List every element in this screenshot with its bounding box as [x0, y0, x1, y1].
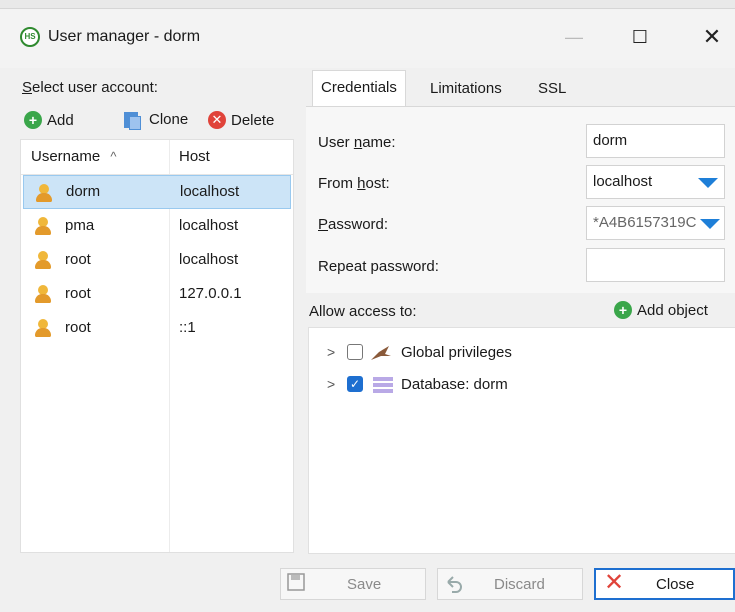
- global-privileges-checkbox[interactable]: [347, 344, 363, 360]
- user-row[interactable]: root localhost: [21, 243, 293, 277]
- delete-icon: ✕: [208, 111, 226, 129]
- clone-icon: [124, 111, 141, 130]
- from-host-dropdown[interactable]: localhost: [586, 165, 725, 199]
- expand-chevron-icon[interactable]: >: [327, 376, 335, 392]
- user-name: root: [65, 319, 91, 336]
- password-label: Password:: [318, 216, 389, 233]
- add-icon: +: [614, 301, 632, 319]
- user-name: root: [65, 285, 91, 302]
- delete-user-button[interactable]: ✕ Delete: [208, 111, 274, 129]
- username-column-header[interactable]: Username ^: [31, 148, 116, 165]
- from-host-value: localhost: [593, 173, 653, 190]
- password-value: *A4B6157319C: [593, 214, 697, 231]
- repeat-password-field[interactable]: [586, 248, 725, 282]
- user-row[interactable]: dorm localhost: [23, 175, 291, 209]
- tree-item-global[interactable]: > Global privileges: [309, 340, 729, 368]
- user-name-field[interactable]: dorm: [586, 124, 725, 158]
- dropdown-arrow-icon: [698, 178, 718, 188]
- save-button[interactable]: Save: [280, 568, 426, 600]
- user-name-label: User name:: [318, 134, 396, 151]
- minimize-button[interactable]: —: [554, 22, 594, 52]
- password-field[interactable]: *A4B6157319C: [586, 206, 725, 240]
- tab-limitations[interactable]: Limitations: [422, 72, 510, 106]
- database-checkbox[interactable]: ✓: [347, 376, 363, 392]
- close-button[interactable]: ✕ Close: [594, 568, 735, 600]
- close-icon: ✕: [604, 569, 625, 596]
- tab-ssl-options[interactable]: SSL options: [530, 72, 594, 131]
- maximize-button[interactable]: ☐: [620, 22, 660, 52]
- user-host: localhost: [179, 217, 239, 234]
- sort-ascending-icon: ^: [110, 149, 117, 164]
- from-host-label: From host:: [318, 175, 390, 192]
- user-host: 127.0.0.1: [179, 285, 242, 302]
- discard-button[interactable]: Discard: [437, 568, 583, 600]
- user-host: localhost: [179, 251, 239, 268]
- host-column-header[interactable]: Host: [179, 148, 210, 165]
- user-row[interactable]: root 127.0.0.1: [21, 277, 293, 311]
- user-icon: [35, 319, 51, 337]
- user-row[interactable]: root ::1: [21, 311, 293, 345]
- user-list-header: Username ^ Host: [21, 140, 293, 175]
- allow-access-label: Allow access to:: [309, 303, 417, 320]
- user-icon: [35, 285, 51, 303]
- add-icon: +: [24, 111, 42, 129]
- user-icon: [35, 251, 51, 269]
- tab-credentials[interactable]: Credentials: [312, 70, 406, 108]
- close-window-button[interactable]: ✕: [692, 22, 732, 52]
- window-title: User manager - dorm: [48, 28, 201, 45]
- user-host: ::1: [179, 319, 196, 336]
- background-strip: [0, 0, 735, 9]
- user-row[interactable]: pma localhost: [21, 209, 293, 243]
- tree-item-database[interactable]: > ✓ Database: dorm: [309, 372, 729, 400]
- user-name: dorm: [66, 183, 101, 200]
- add-user-button[interactable]: + Add: [24, 111, 74, 129]
- user-icon: [36, 184, 52, 202]
- user-icon: [35, 217, 51, 235]
- access-tree: > Global privileges > ✓ Database: dorm: [308, 327, 735, 554]
- app-icon: HS: [20, 27, 40, 47]
- expand-chevron-icon[interactable]: >: [327, 344, 335, 360]
- dolphin-icon: [371, 346, 391, 360]
- undo-icon: [447, 576, 462, 593]
- repeat-password-label: Repeat password:: [318, 258, 439, 275]
- save-icon: [287, 573, 305, 591]
- dropdown-arrow-icon: [700, 219, 720, 229]
- credentials-panel: User name: dorm From host: localhost Pas…: [306, 106, 735, 293]
- user-name: root: [65, 251, 91, 268]
- user-name: pma: [65, 217, 95, 234]
- database-icon: [373, 377, 393, 393]
- user-host: localhost: [180, 183, 240, 200]
- tree-item-label: Global privileges: [401, 344, 512, 361]
- select-user-label: Select user account:: [22, 79, 158, 96]
- clone-user-button[interactable]: Clone: [124, 111, 188, 130]
- user-list: Username ^ Host dorm localhost pma local…: [20, 139, 294, 553]
- tree-item-label: Database: dorm: [401, 376, 508, 393]
- add-object-button[interactable]: + Add object: [614, 301, 708, 319]
